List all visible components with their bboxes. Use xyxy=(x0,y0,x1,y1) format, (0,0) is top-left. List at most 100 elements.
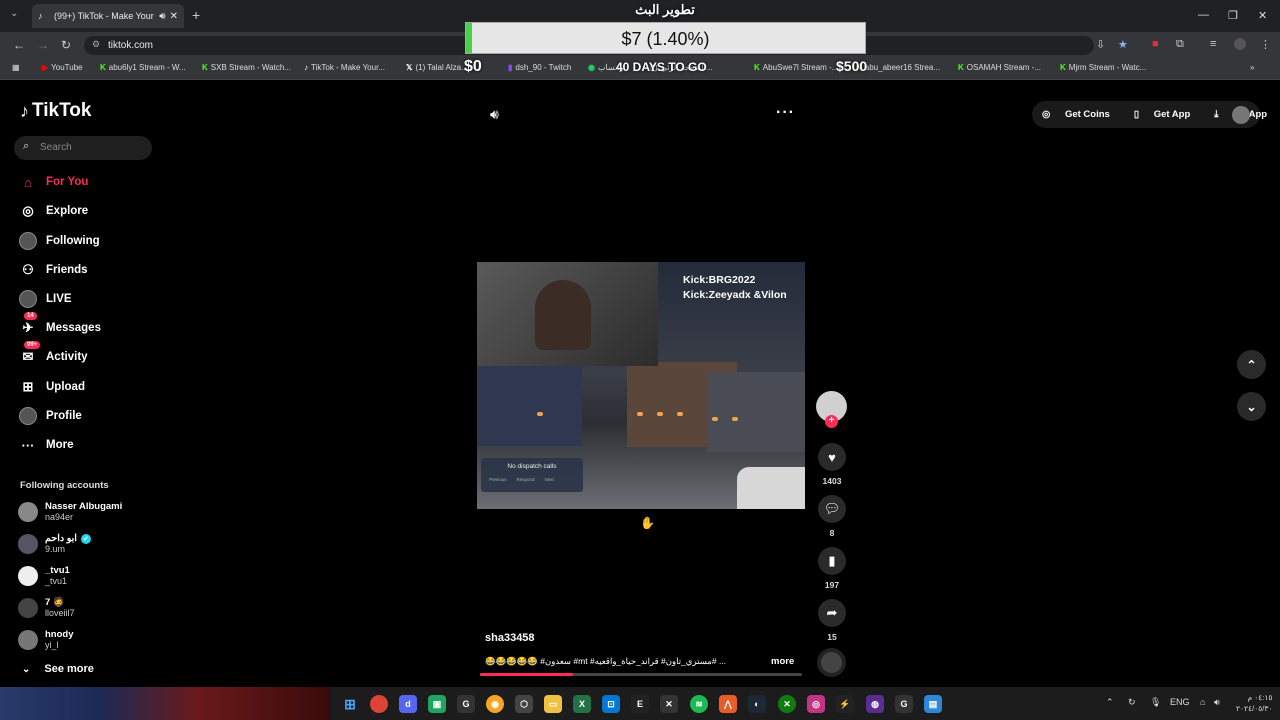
clock-time: ٠٤:١٥ م xyxy=(1247,693,1273,702)
close-tab-icon[interactable]: ✕ xyxy=(170,11,178,22)
nav-item-profile[interactable]: Profile xyxy=(18,405,82,427)
sidebar-icon[interactable]: ≡ xyxy=(1210,38,1216,50)
music-disc-icon[interactable] xyxy=(817,648,846,677)
network-icon[interactable]: ⌂ xyxy=(1200,697,1205,707)
app-icon[interactable]: G xyxy=(457,695,475,713)
extension-icon[interactable]: ■ xyxy=(1152,38,1159,50)
following-account[interactable]: _tvu1 _tvu1 xyxy=(18,565,70,587)
instagram-icon[interactable]: ◎ xyxy=(807,695,825,713)
bookmark-item[interactable]: 𝕏 (1) Talal Alza... xyxy=(406,63,468,72)
nav-item-upload[interactable]: ⊞ Upload xyxy=(18,376,85,398)
app-icon[interactable]: ◍ xyxy=(866,695,884,713)
restore-button[interactable]: ❐ xyxy=(1228,9,1238,22)
speaker-icon[interactable]: 🔊︎ xyxy=(159,11,165,22)
nav-item-live[interactable]: LIVE xyxy=(18,288,72,310)
user-avatar[interactable] xyxy=(1232,106,1250,124)
tray-app-icon[interactable]: ↻ xyxy=(1128,697,1136,708)
bookmark-item[interactable]: Kabu6ly1 Stream - W... xyxy=(100,63,186,72)
tray-chevron-icon[interactable]: ⌃ xyxy=(1106,697,1114,708)
spotify-icon[interactable]: ≋ xyxy=(690,695,708,713)
bookmark-item[interactable]: ♪ TikTok - Make Your... xyxy=(304,63,385,72)
bookmark-item[interactable]: ▶ YouTube xyxy=(42,63,83,72)
profile-avatar[interactable] xyxy=(1234,38,1246,50)
browser-tab[interactable]: ♪ (99+) TikTok - Make Your Day 🔊︎ ✕ xyxy=(32,4,184,28)
nav-item-more[interactable]: ··· More xyxy=(18,434,74,456)
windows-start-icon[interactable]: ⊞ xyxy=(341,695,359,713)
following-account[interactable]: hnody yi_l xyxy=(18,629,74,651)
menu-icon[interactable]: ⋮ xyxy=(1260,38,1271,51)
caption-more-link[interactable]: more xyxy=(771,656,794,667)
extensions-puzzle-icon[interactable]: ⧉ xyxy=(1176,38,1184,51)
account-name: _tvu1 xyxy=(45,565,70,576)
nav-item-for-you[interactable]: ⌂ For You xyxy=(18,171,88,193)
app-icon[interactable]: ⬡ xyxy=(515,695,533,713)
language-indicator[interactable]: ENG xyxy=(1170,697,1190,707)
video-progress-bar[interactable] xyxy=(480,673,802,676)
share-button[interactable]: ➦ 15 xyxy=(816,599,848,642)
bookmark-item[interactable]: K Mjrm Stream - Watc... xyxy=(1060,63,1146,72)
tab-search-icon[interactable]: ⌄ xyxy=(10,8,18,19)
back-button[interactable]: ← xyxy=(13,38,25,52)
app-icon[interactable]: ▤ xyxy=(924,695,942,713)
store-icon[interactable]: ⊡ xyxy=(602,695,620,713)
video-author[interactable]: sha33458 xyxy=(485,632,535,644)
chrome-icon[interactable] xyxy=(370,695,388,713)
minimize-button[interactable]: — xyxy=(1198,9,1209,21)
get-app-button[interactable]: ▯ Get App xyxy=(1134,109,1202,120)
following-account[interactable]: 7 🧔 lloveiil7 xyxy=(18,597,75,619)
search-input[interactable]: ⌕ Search xyxy=(14,136,152,160)
like-button[interactable]: ♥ 1403 xyxy=(816,443,848,486)
more-options-icon[interactable]: ··· xyxy=(776,104,795,122)
comment-button[interactable]: 💬︎ 8 xyxy=(816,495,848,538)
following-account[interactable]: Nasser Albugami na94er xyxy=(18,501,122,523)
steam-icon[interactable]: ◐ xyxy=(748,695,766,713)
site-info-icon[interactable]: ⚙ xyxy=(92,39,100,50)
discord-icon[interactable]: d xyxy=(399,695,417,713)
forward-button[interactable]: → xyxy=(37,38,49,52)
avatar xyxy=(18,566,38,586)
nav-item-explore[interactable]: ◎ Explore xyxy=(18,200,88,222)
more-bookmarks-icon[interactable]: » xyxy=(1250,63,1254,72)
close-window-button[interactable]: ✕ xyxy=(1258,9,1267,22)
volume-tray-icon[interactable]: 🔊︎ xyxy=(1214,697,1220,708)
app-icon[interactable]: ✕ xyxy=(660,695,678,713)
app-icon[interactable]: ◉ xyxy=(486,695,504,713)
app-icon[interactable]: G xyxy=(895,695,913,713)
see-more-button[interactable]: ⌄ See more xyxy=(22,663,94,675)
bookmark-item[interactable]: Kabu_abeer16 Strea... xyxy=(856,63,940,72)
nav-label: More xyxy=(46,439,74,451)
file-explorer-icon[interactable]: ▭ xyxy=(544,695,562,713)
nav-item-activity[interactable]: ✉ 99+ Activity xyxy=(18,341,88,368)
volume-icon[interactable]: 🔊︎ xyxy=(490,106,499,123)
bookmark-item[interactable]: K AbuSwe7l Stream -... xyxy=(754,63,838,72)
bookmark-item[interactable]: K OSAMAH Stream -... xyxy=(958,63,1041,72)
follow-plus-icon[interactable]: + xyxy=(825,415,838,428)
account-handle: _tvu1 xyxy=(45,576,68,586)
app-icon[interactable]: ▣ xyxy=(428,695,446,713)
new-tab-button[interactable]: + xyxy=(192,7,200,23)
install-app-icon[interactable]: ⇩ xyxy=(1096,38,1105,51)
system-clock[interactable]: ٠٤:١٥ م ٢٠٢٤/٠٥/٣٠ xyxy=(1236,692,1272,714)
nav-item-messages[interactable]: ✈ 14 Messages xyxy=(18,312,101,339)
excel-icon[interactable]: X xyxy=(573,695,591,713)
microphone-icon[interactable]: 🎙︎ xyxy=(1150,697,1161,708)
bookmark-item[interactable]: ▮ dsh_90 - Twitch xyxy=(508,63,571,72)
video-player[interactable]: Kick:BRG2022 Kick:Zeeyadx &Vilon No disp… xyxy=(477,262,805,509)
reload-button[interactable]: ↻ xyxy=(61,38,71,52)
tiktok-logo[interactable]: ♪ TikTok xyxy=(20,100,91,122)
nav-item-friends[interactable]: ⚇ Friends xyxy=(18,259,87,281)
nav-item-following[interactable]: Following xyxy=(18,230,100,252)
app-icon[interactable]: ⋀ xyxy=(719,695,737,713)
bookmark-star-icon[interactable]: ★ xyxy=(1118,38,1128,51)
apps-icon[interactable]: ▦ xyxy=(12,63,20,72)
bookmark-item[interactable]: K SXB Stream - Watch... xyxy=(202,63,291,72)
next-video-button[interactable]: ⌄ xyxy=(1237,392,1266,421)
xbox-icon[interactable]: ✕ xyxy=(778,695,796,713)
get-coins-button[interactable]: ◎ Get Coins xyxy=(1042,109,1122,120)
save-button[interactable]: ▮ 197 xyxy=(816,547,848,590)
previous-video-button[interactable]: ⌃ xyxy=(1237,350,1266,379)
clock-date: ٢٠٢٤/٠٥/٣٠ xyxy=(1236,704,1273,713)
following-account[interactable]: ابو داحم 9.um ✔ xyxy=(18,533,91,555)
epic-games-icon[interactable]: E xyxy=(631,695,649,713)
app-icon[interactable]: ⚡ xyxy=(836,695,854,713)
